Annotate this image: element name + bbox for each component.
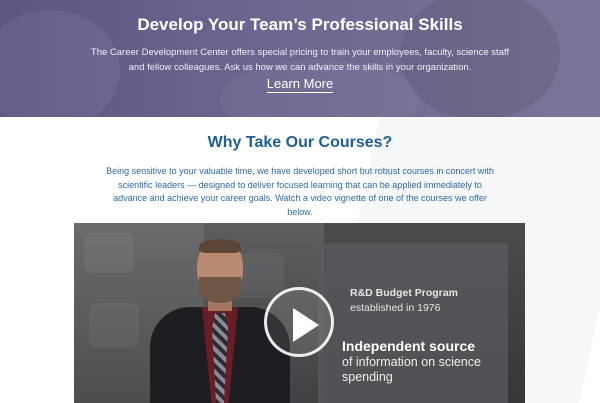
overlay-heading: R&D Budget Program: [350, 287, 458, 299]
play-icon: [293, 308, 319, 342]
overlay-subheading: established in 1976: [350, 302, 441, 314]
learn-more-wrapper: Learn More: [0, 75, 600, 93]
section-description: Being sensitive to your valuable time, w…: [106, 166, 494, 217]
section-title: Why Take Our Courses?: [207, 134, 393, 151]
hero-description: The Career Development Center offers spe…: [90, 47, 510, 73]
video-background: [89, 303, 139, 348]
presenter-beard: [199, 277, 241, 303]
video-background: [84, 233, 134, 273]
play-button[interactable]: [264, 287, 334, 357]
learn-more-link[interactable]: Learn More: [266, 76, 334, 93]
courses-section: Why Take Our Courses? Being sensitive to…: [0, 117, 600, 403]
overlay-small-text: of information on science spending: [342, 355, 481, 384]
overlay-big-text: Independent source: [342, 338, 476, 354]
video-player[interactable]: R&D Budget Program established in 1976 I…: [74, 223, 525, 403]
hero-title: Develop Your Team’s Professional Skills: [137, 15, 463, 34]
hero-banner: Develop Your Team’s Professional Skills …: [0, 0, 600, 117]
presenter-hair: [199, 239, 241, 253]
